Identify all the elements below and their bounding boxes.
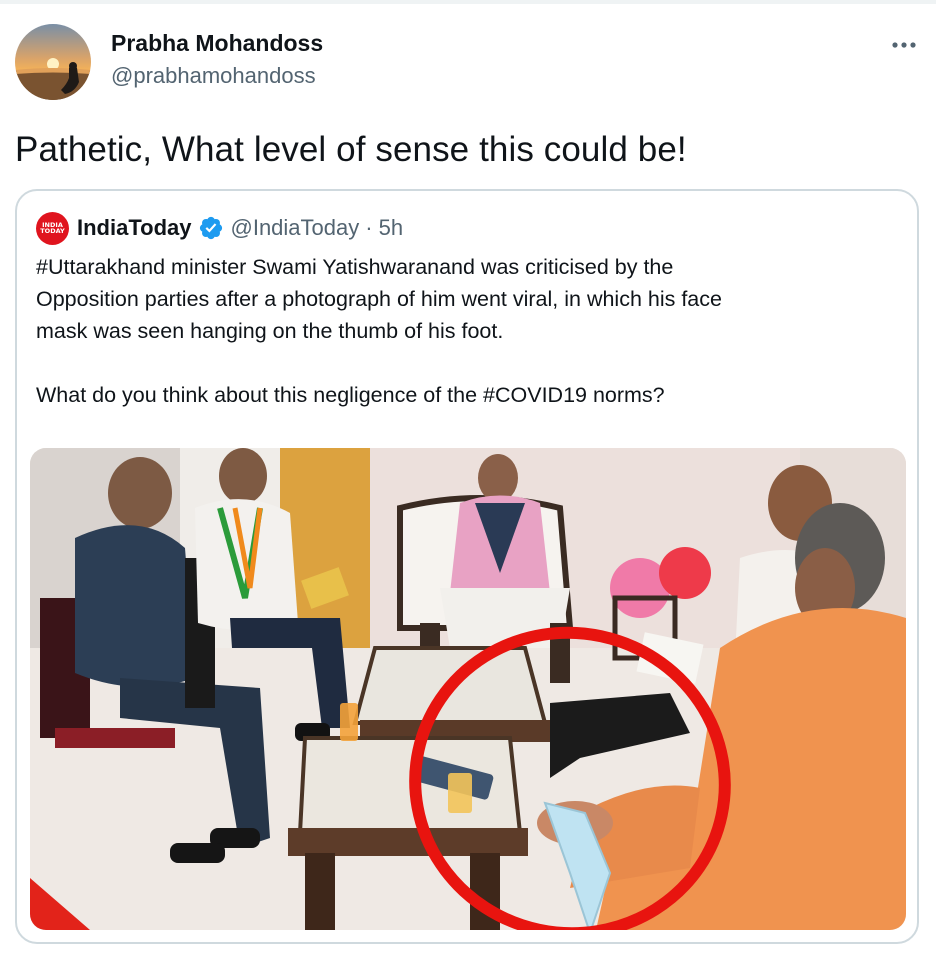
author-handle[interactable]: @prabhamohandoss	[111, 63, 316, 89]
quoted-question-line: What do you think about this negligence …	[36, 383, 665, 407]
tweet-text: Pathetic, What level of sense this could…	[15, 130, 687, 169]
quoted-text-line: mask was seen hanging on the thumb of hi…	[36, 319, 504, 343]
logo-text-bottom: TODAY	[40, 227, 65, 235]
quoted-text-line: #Uttarakhand minister Swami Yatishwarana…	[36, 255, 674, 279]
more-horizontal-icon	[892, 42, 916, 48]
separator-dot: ·	[365, 215, 373, 240]
quoted-text-line: Opposition parties after a photograph of…	[36, 287, 722, 311]
author-name[interactable]: Prabha Mohandoss	[111, 30, 323, 57]
quoted-account-handle[interactable]: @IndiaToday	[231, 215, 360, 241]
more-options-button[interactable]	[884, 28, 924, 62]
quoted-tweet-photo[interactable]	[30, 448, 906, 930]
quoted-tweet-text: #Uttarakhand minister Swami Yatishwarana…	[36, 251, 896, 411]
quoted-account-name[interactable]: IndiaToday	[77, 215, 192, 241]
indiatoday-logo-avatar[interactable]: INDIA TODAY	[36, 211, 69, 245]
top-divider	[0, 0, 936, 4]
quoted-tweet-header: INDIA TODAY IndiaToday @IndiaToday · 5h	[36, 211, 403, 245]
quoted-tweet-timestamp[interactable]: 5h	[379, 215, 403, 241]
verified-badge-icon	[199, 216, 222, 240]
quoted-tweet-card[interactable]: INDIA TODAY IndiaToday @IndiaToday · 5h …	[15, 189, 919, 944]
author-avatar[interactable]	[15, 24, 91, 100]
news-photo-meeting-room	[30, 448, 906, 930]
